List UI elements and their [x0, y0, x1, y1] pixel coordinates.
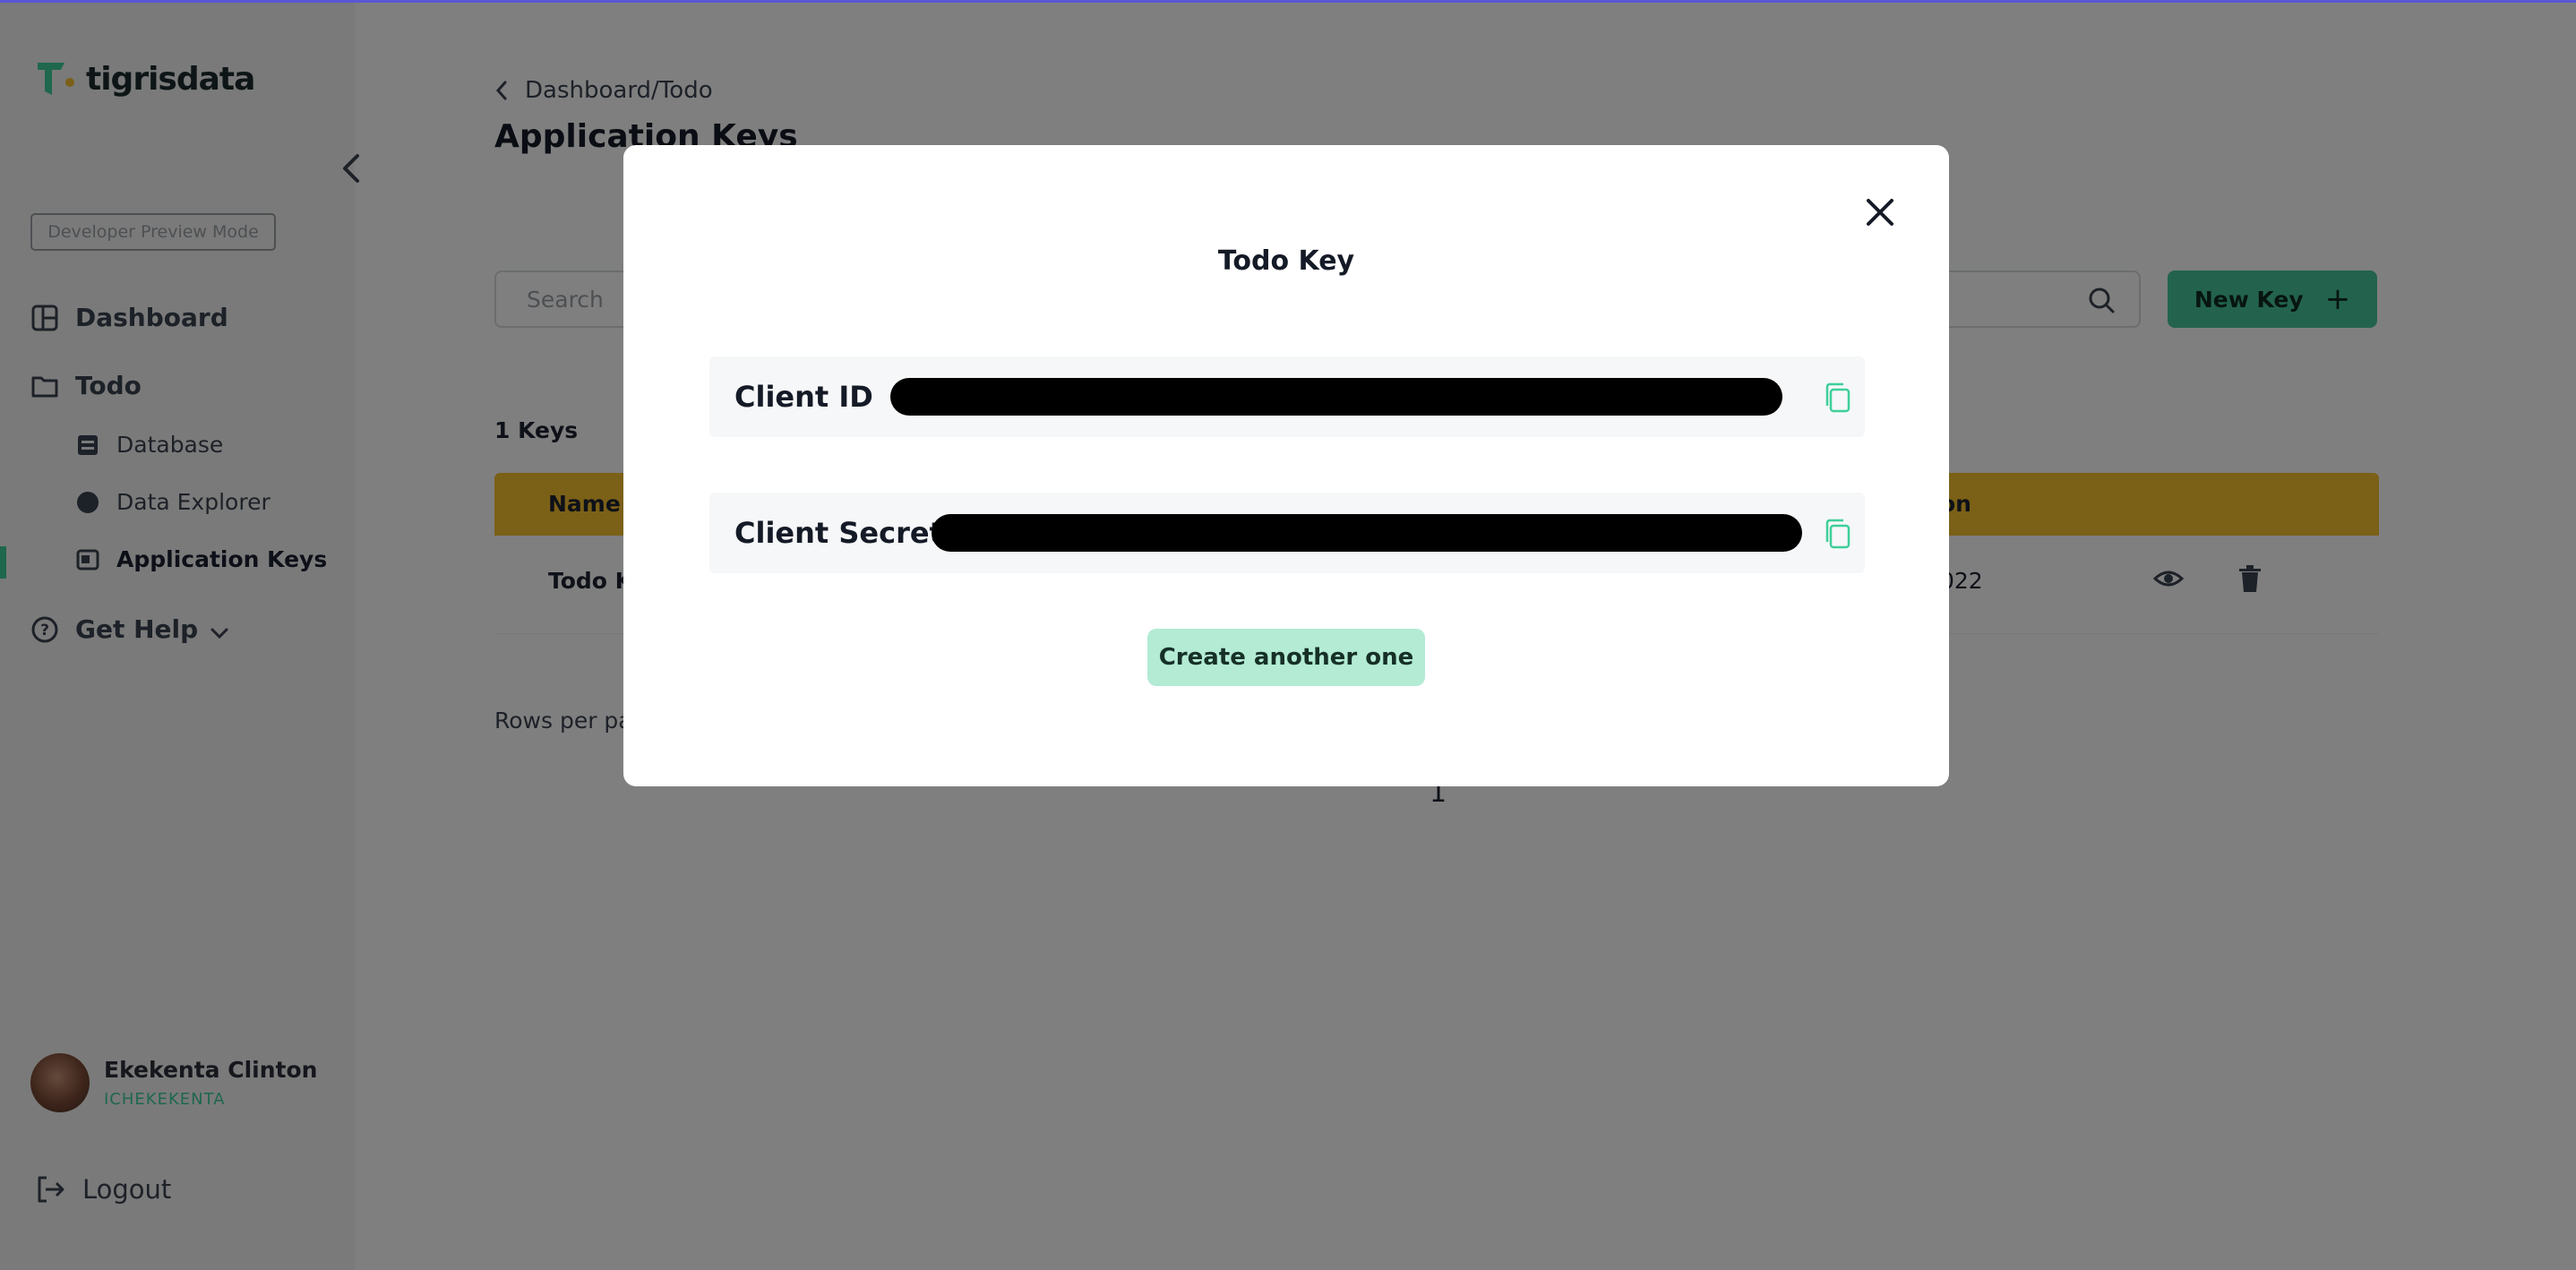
client-id-row: Client ID — [709, 356, 1865, 437]
create-another-button[interactable]: Create another one — [1147, 629, 1425, 686]
client-id-label: Client ID — [734, 380, 873, 414]
close-button[interactable] — [1858, 190, 1902, 235]
client-id-value-redacted — [890, 378, 1782, 416]
copy-client-id-icon[interactable] — [1822, 382, 1854, 414]
client-secret-row: Client Secret — [709, 493, 1865, 573]
close-icon — [1867, 199, 1893, 226]
client-secret-value-redacted — [932, 514, 1802, 552]
top-accent-line — [0, 0, 2576, 3]
client-secret-label: Client Secret — [734, 516, 943, 550]
copy-client-secret-icon[interactable] — [1822, 518, 1854, 550]
modal-title: Todo Key — [1217, 245, 1355, 277]
key-modal: Todo Key Client ID Client Secret Create … — [623, 145, 1949, 786]
